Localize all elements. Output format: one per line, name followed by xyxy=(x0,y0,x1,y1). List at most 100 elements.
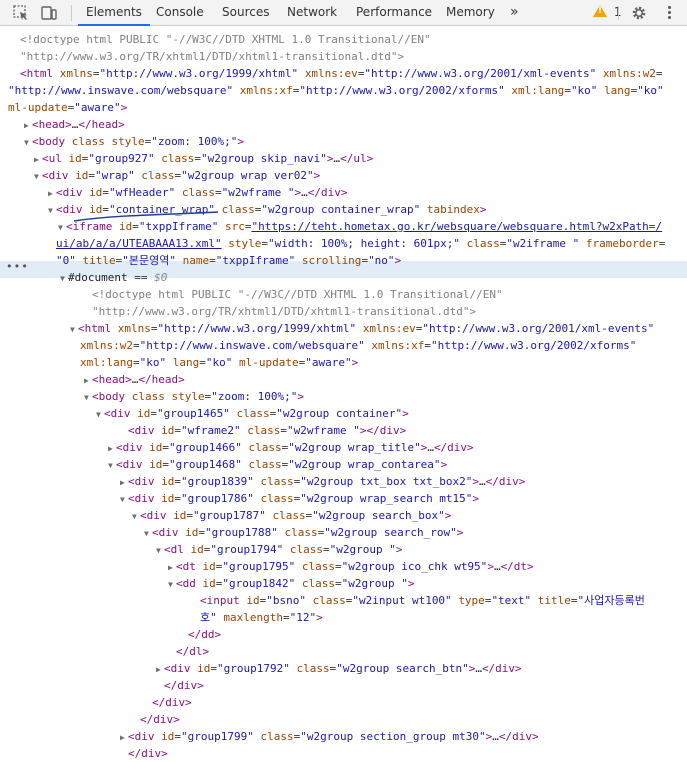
code-token: class xyxy=(248,458,282,471)
dom-node-line[interactable]: ml-update="aware"> xyxy=(8,99,127,116)
tab-memory[interactable]: Memory xyxy=(446,0,495,25)
dom-node-line[interactable]: <input id="bsno" class="w2input wt100" t… xyxy=(200,592,645,609)
dom-node-line[interactable]: </div> xyxy=(152,694,192,711)
dom-node-line[interactable]: <!doctype html PUBLIC "-//W3C//DTD XHTML… xyxy=(92,286,503,303)
expand-triangle-icon[interactable]: ▼ xyxy=(108,457,116,474)
dom-node-line[interactable]: ▶ <div id="group1799" class="w2group sect… xyxy=(120,728,539,745)
dom-node-line[interactable]: ▼ <dl id="group1794" class="w2group "> xyxy=(156,541,402,558)
expand-triangle-icon[interactable]: ▼ xyxy=(34,168,42,185)
dom-node-line[interactable]: <div id="wframe2" class="w2wframe "></di… xyxy=(128,422,406,439)
dom-node-line[interactable]: </dd> xyxy=(188,626,221,643)
tab-performance[interactable]: Performance xyxy=(356,0,432,25)
dom-node-line[interactable]: ▼ <div id="group1787" class="w2group sear… xyxy=(132,507,451,524)
collapse-triangle-icon[interactable]: ▶ xyxy=(34,151,42,168)
code-token: = xyxy=(174,424,181,437)
dom-node-line[interactable]: ▼ <html xmlns="http://www.w3.org/1999/xht… xyxy=(70,320,654,337)
tab-console[interactable]: Console xyxy=(156,0,204,25)
code-token: xmlns:xf xyxy=(239,84,293,97)
code-token: = xyxy=(214,186,222,199)
dom-node-line[interactable]: ▼ <body class style="zoom: 100%;"> xyxy=(24,133,244,150)
dom-node-line[interactable]: ▶ <ul id="group927" class="w2group skip_n… xyxy=(34,150,373,167)
expand-triangle-icon[interactable]: ▼ xyxy=(168,576,176,593)
dom-node-line[interactable]: </div> xyxy=(140,711,180,728)
dom-node-line[interactable]: ▼ <div id="wrap" class="w2group wrap ver0… xyxy=(34,167,320,184)
expand-triangle-icon[interactable]: ▼ xyxy=(132,508,140,525)
code-token[interactable]: "https://teht.hometax.go.kr/websquare/we… xyxy=(251,220,662,233)
dom-node-line[interactable]: ▶ <div id="wfHeader" class="w2wframe ">…<… xyxy=(48,184,347,201)
dom-node-line[interactable]: "http://www.inswave.com/websquare" xmlns… xyxy=(8,82,664,99)
dom-node-line[interactable]: ▼ <div id="group1468" class="w2group wrap… xyxy=(108,456,447,473)
expand-triangle-icon[interactable]: ▼ xyxy=(60,270,68,287)
collapse-triangle-icon[interactable]: ▶ xyxy=(120,474,128,491)
more-tabs-button[interactable]: » xyxy=(510,0,519,25)
code-token: </div> xyxy=(152,696,192,709)
dom-node-line[interactable]: ▼ <body class style="zoom: 100%;"> xyxy=(84,388,304,405)
code-token: <!doctype html PUBLIC "-//W3C//DTD XHTML… xyxy=(20,33,431,46)
tab-sources[interactable]: Sources xyxy=(222,0,269,25)
dom-node-line[interactable]: ui/ab/a/a/UTEABAAA13.xml" style="width: … xyxy=(56,235,665,252)
collapse-triangle-icon[interactable]: ▶ xyxy=(120,729,128,746)
code-token: ></div> xyxy=(359,424,407,437)
collapse-triangle-icon[interactable]: ▶ xyxy=(84,372,92,389)
code-token: "w2group " xyxy=(341,577,408,590)
settings-gear-icon[interactable] xyxy=(630,4,648,22)
device-toolbar-icon[interactable] xyxy=(40,4,58,22)
expand-triangle-icon[interactable]: ▼ xyxy=(96,406,104,423)
code-token[interactable]: ui/ab/a/a/UTEABAAA13.xml" xyxy=(56,237,222,250)
collapse-triangle-icon[interactable]: ▶ xyxy=(24,117,32,134)
collapse-triangle-icon[interactable]: ▶ xyxy=(168,559,176,576)
dom-node-line[interactable]: ▼ <dd id="group1842" class="w2group "> xyxy=(168,575,414,592)
expand-triangle-icon[interactable]: ▼ xyxy=(144,525,152,542)
code-token: style xyxy=(111,135,145,148)
collapse-triangle-icon[interactable]: ▶ xyxy=(48,185,56,202)
dom-node-line[interactable]: 호" maxlength="12"> xyxy=(200,609,323,626)
code-token: = xyxy=(102,186,109,199)
dom-node-selected[interactable]: ▼ #document == $0 xyxy=(60,269,167,286)
dom-node-line[interactable]: ▼ <div id="group1788" class="w2group sear… xyxy=(144,524,463,541)
code-token: > xyxy=(487,560,494,573)
inspect-element-icon[interactable] xyxy=(12,4,30,22)
dom-node-line[interactable]: <html xmlns="http://www.w3.org/1999/xhtm… xyxy=(20,65,662,82)
dom-node-line[interactable]: ▼ <div id="group1786" class="w2group wrap… xyxy=(120,490,479,507)
expand-triangle-icon[interactable]: ▼ xyxy=(84,389,92,406)
expand-triangle-icon[interactable]: ▼ xyxy=(156,542,164,559)
code-token: <div xyxy=(104,407,138,420)
dom-node-line[interactable]: ▶ <div id="group1466" class="w2group wrap… xyxy=(108,439,474,456)
more-options-icon[interactable] xyxy=(668,6,671,21)
dom-node-line[interactable]: ▶ <dt id="group1795" class="w2group ico_c… xyxy=(168,558,534,575)
dom-node-line[interactable]: ▶ <head>…</head> xyxy=(24,116,125,133)
dom-node-line[interactable]: </div> xyxy=(128,745,168,762)
dom-node-line[interactable]: "0" title="본문영역" name="txppIframe" scrol… xyxy=(56,252,401,269)
code-token: "group1799" xyxy=(181,730,261,743)
code-token: = xyxy=(658,237,666,250)
code-token: class xyxy=(248,441,282,454)
code-token: = xyxy=(132,356,140,369)
code-token: … xyxy=(475,662,482,675)
dom-node-line[interactable]: ▶ <head>…</head> xyxy=(84,371,185,388)
tab-network[interactable]: Network xyxy=(287,0,337,25)
code-token: lang xyxy=(604,84,631,97)
dom-node-line[interactable]: </dl> xyxy=(176,643,209,660)
dom-node-line[interactable]: xml:lang="ko" lang="ko" ml-update="aware… xyxy=(80,354,358,371)
dom-node-line[interactable]: ▶ <div id="group1839" class="w2group txt_… xyxy=(120,473,525,490)
node-actions-ellipsis[interactable]: ••• xyxy=(6,260,29,273)
expand-triangle-icon[interactable]: ▼ xyxy=(70,321,78,338)
code-token: > xyxy=(394,254,402,267)
expand-triangle-icon[interactable]: ▼ xyxy=(58,219,66,236)
expand-triangle-icon[interactable]: ▼ xyxy=(120,491,128,508)
dom-node-line[interactable]: <!doctype html PUBLIC "-//W3C//DTD XHTML… xyxy=(20,31,431,48)
dom-node-line[interactable]: "http://www.w3.org/TR/xhtml1/DTD/xhtml1-… xyxy=(20,48,404,65)
collapse-triangle-icon[interactable]: ▶ xyxy=(108,440,116,457)
collapse-triangle-icon[interactable]: ▶ xyxy=(156,661,164,678)
dom-node-line[interactable]: "http://www.w3.org/TR/xhtml1/DTD/xhtml1-… xyxy=(92,303,476,320)
dom-node-line[interactable]: ▼ <div id="group1465" class="w2group cont… xyxy=(96,405,409,422)
code-token: </div> xyxy=(498,730,539,743)
tab-elements[interactable]: Elements xyxy=(78,0,150,26)
expand-triangle-icon[interactable]: ▼ xyxy=(24,134,32,151)
dom-node-line[interactable]: ▶ <div id="group1792" class="w2group sear… xyxy=(156,660,522,677)
dom-node-line[interactable]: xmlns:w2="http://www.inswave.com/websqua… xyxy=(80,337,636,354)
code-token: </div> xyxy=(164,679,204,692)
expand-triangle-icon[interactable]: ▼ xyxy=(48,202,56,219)
dom-node-line[interactable]: </div> xyxy=(164,677,204,694)
code-token: <div xyxy=(152,526,186,539)
